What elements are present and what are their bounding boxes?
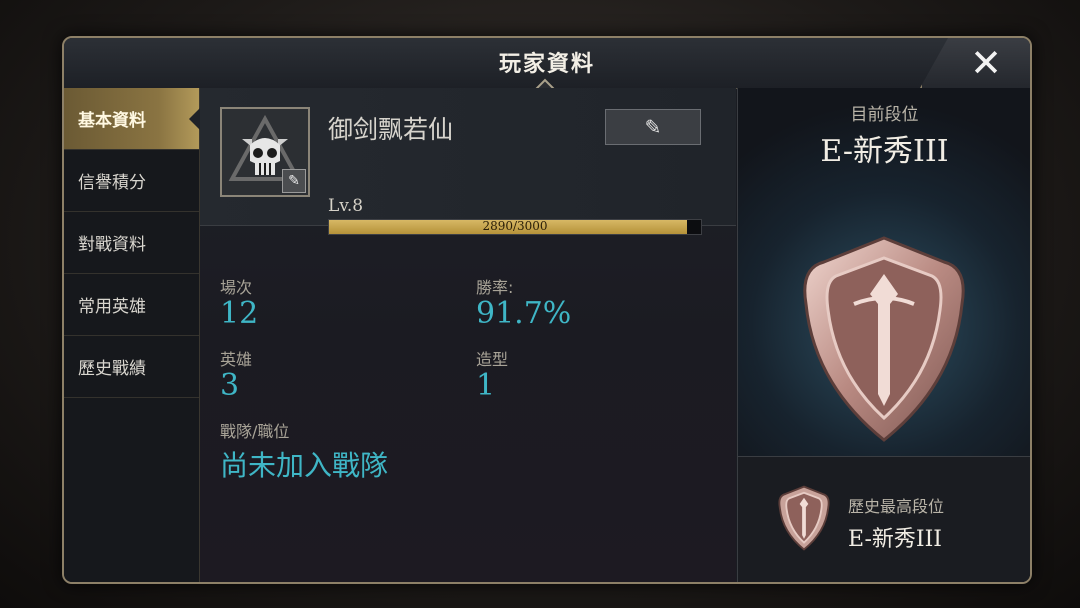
highest-rank-shield-icon bbox=[778, 485, 830, 551]
heroes-label: 英雄 bbox=[220, 350, 253, 369]
rank-shield-icon bbox=[803, 236, 965, 442]
player-level: Lv.8 bbox=[328, 196, 364, 216]
winrate-label: 勝率: bbox=[476, 278, 514, 297]
avatar[interactable]: ✎ bbox=[220, 107, 310, 197]
skins-label: 造型 bbox=[476, 350, 509, 369]
player-name: 御剑飘若仙 bbox=[328, 115, 454, 144]
sidebar: 基本資料 信譽積分 對戰資料 常用英雄 歷史戰績 bbox=[64, 88, 200, 582]
team-label: 戰隊/職位 bbox=[220, 422, 290, 441]
edit-icon: ✎ bbox=[288, 173, 300, 189]
main-panel: ✎ 御剑飘若仙 ✎ Lv.8 2890/3000 場次 12 勝率: 91.7%… bbox=[200, 88, 736, 582]
heroes-value: 3 bbox=[220, 368, 240, 403]
winrate-value: 91.7% bbox=[476, 296, 572, 331]
dialog-title: 玩家資料 bbox=[498, 52, 595, 77]
highest-rank-name: E-新秀III bbox=[848, 527, 942, 552]
close-icon: ✕ bbox=[970, 41, 1002, 85]
sidebar-item-label: 歷史戰績 bbox=[78, 359, 146, 379]
sidebar-item-label: 信譽積分 bbox=[78, 173, 146, 193]
highest-rank-label: 歷史最高段位 bbox=[848, 497, 945, 516]
rank-panel: 目前段位 E-新秀III 歷史最高段位 E-新秀III bbox=[737, 88, 1030, 582]
matches-value: 12 bbox=[220, 296, 259, 331]
xp-progress-bar: 2890/3000 bbox=[328, 219, 702, 235]
pencil-icon: ✎ bbox=[644, 115, 662, 139]
edit-avatar-button[interactable]: ✎ bbox=[282, 169, 306, 193]
sidebar-item-common-heroes[interactable]: 常用英雄 bbox=[64, 274, 199, 336]
current-rank-name: E-新秀III bbox=[820, 134, 949, 169]
team-value: 尚未加入戰隊 bbox=[220, 449, 389, 482]
sidebar-item-label: 對戰資料 bbox=[78, 235, 146, 255]
matches-label: 場次 bbox=[220, 278, 253, 297]
rename-button[interactable]: ✎ bbox=[605, 109, 701, 145]
current-rank-label: 目前段位 bbox=[850, 105, 919, 125]
sidebar-item-label: 常用英雄 bbox=[78, 297, 146, 317]
player-profile-dialog: 玩家資料 ✕ 基本資料 信譽積分 對戰資料 常用英雄 歷史戰績 ✎ 御剑飘若仙 … bbox=[62, 36, 1032, 584]
xp-text: 2890/3000 bbox=[482, 219, 548, 233]
sidebar-item-battle-data[interactable]: 對戰資料 bbox=[64, 212, 199, 274]
sidebar-item-credit-score[interactable]: 信譽積分 bbox=[64, 150, 199, 212]
sidebar-item-match-history[interactable]: 歷史戰績 bbox=[64, 336, 199, 398]
profile-header: ✎ 御剑飘若仙 ✎ bbox=[200, 88, 736, 226]
highest-rank-section: 歷史最高段位 E-新秀III bbox=[738, 456, 1030, 582]
skins-value: 1 bbox=[476, 368, 496, 403]
sidebar-item-basic-info[interactable]: 基本資料 bbox=[64, 88, 200, 150]
sidebar-item-label: 基本資料 bbox=[78, 111, 146, 131]
title-bar: 玩家資料 ✕ bbox=[64, 38, 1030, 102]
